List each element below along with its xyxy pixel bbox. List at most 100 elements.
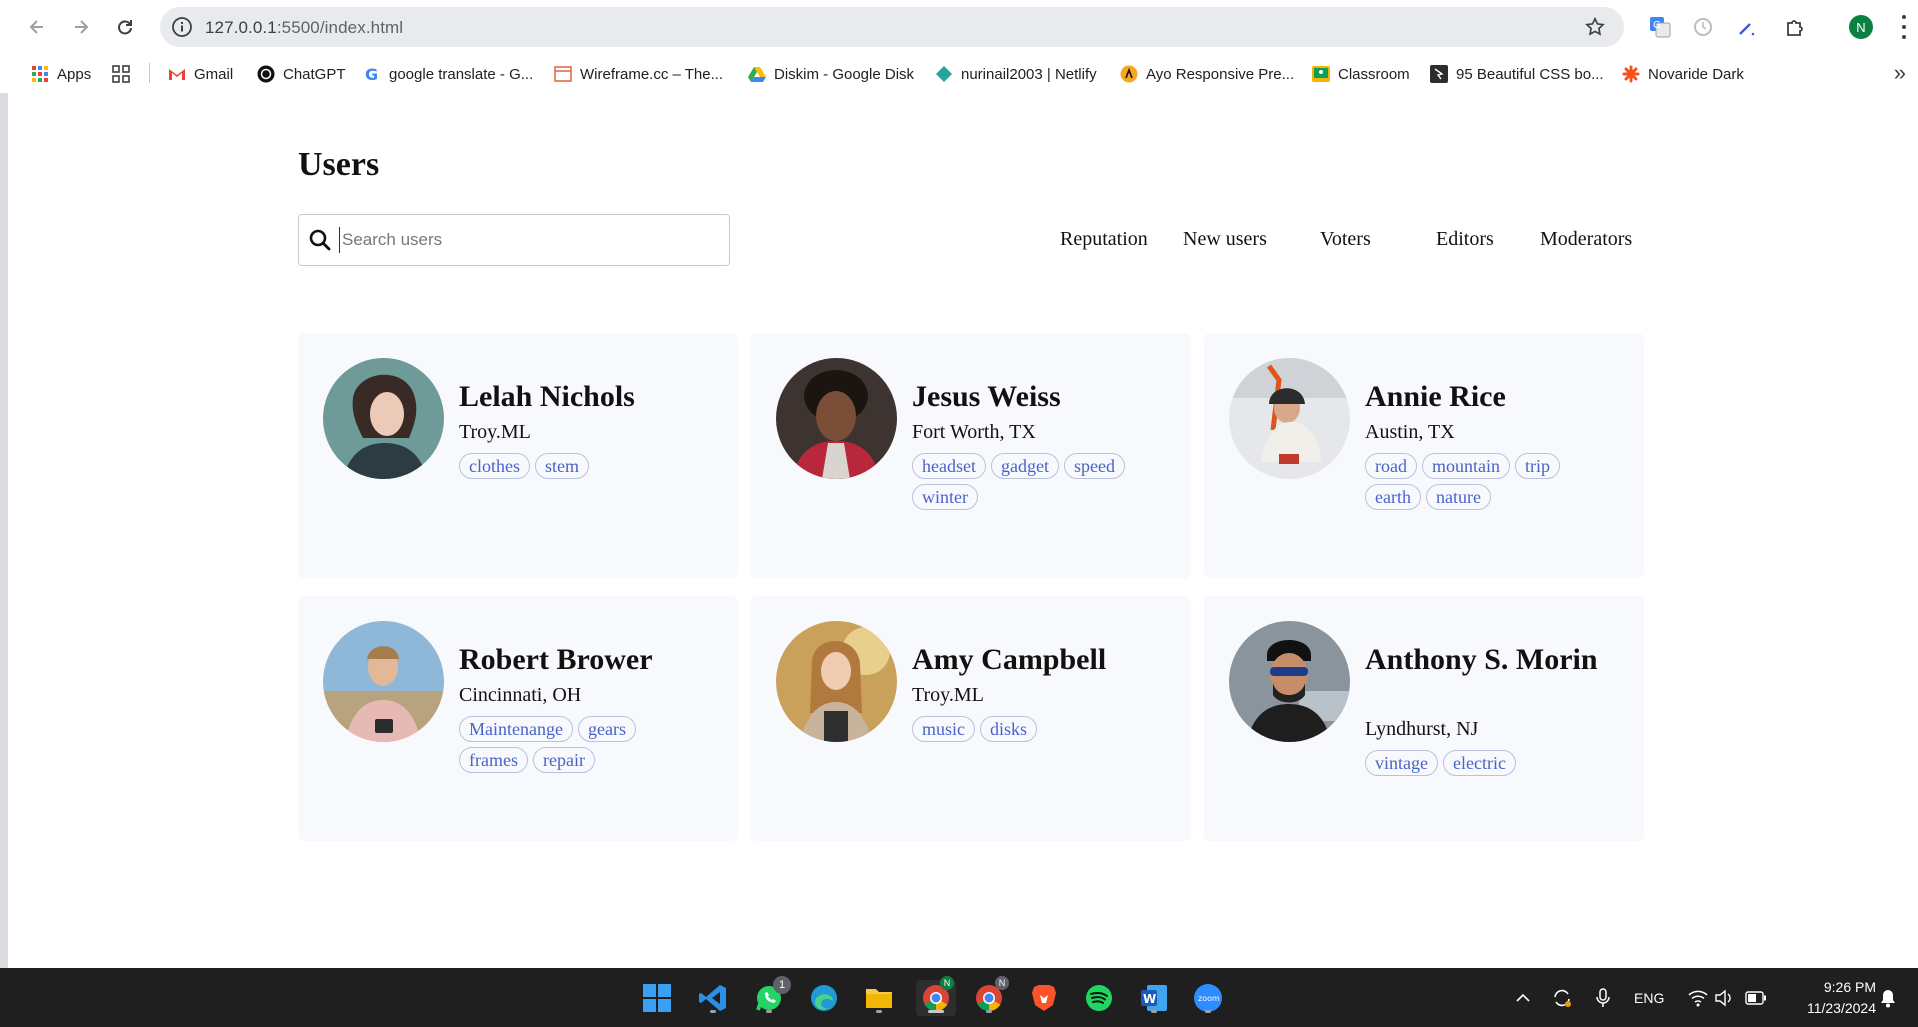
wifi-icon[interactable] [1688, 968, 1708, 1027]
apps-grid-icon [31, 65, 49, 83]
user-name[interactable]: Lelah Nichols [459, 380, 709, 414]
user-card[interactable]: Lelah Nichols Troy.ML clothes stem [298, 333, 738, 578]
bookmark-css-borders[interactable]: 95 Beautiful CSS bo... [1430, 64, 1604, 84]
bookmark-label: Wireframe.cc – The... [580, 65, 724, 83]
tag[interactable]: nature [1425, 484, 1491, 510]
more-bookmarks-chevron-icon[interactable]: » [1894, 62, 1906, 84]
user-name[interactable]: Robert Brower [459, 643, 709, 677]
bookmark-google-translate[interactable]: G google translate - G... [363, 64, 533, 84]
tag[interactable]: gears [577, 716, 636, 742]
tag[interactable]: repair [532, 747, 595, 773]
tab-voters[interactable]: Voters [1320, 228, 1371, 251]
search-box[interactable] [298, 214, 730, 266]
user-card[interactable]: Amy Campbell Troy.ML music disks [751, 596, 1191, 841]
user-card[interactable]: Robert Brower Cincinnati, OH Maintenange… [298, 596, 738, 841]
edge-icon[interactable] [806, 980, 842, 1016]
tag[interactable]: Maintenange [459, 716, 573, 742]
zoom-icon[interactable]: zoom [1190, 980, 1226, 1016]
sync-icon[interactable] [1551, 968, 1573, 1027]
tag[interactable]: gadget [990, 453, 1059, 479]
search-icon [309, 229, 331, 251]
user-name[interactable]: Anthony S. Morin [1365, 643, 1615, 677]
tag[interactable]: music [912, 716, 975, 742]
volume-icon[interactable] [1714, 968, 1734, 1027]
tag[interactable]: speed [1063, 453, 1125, 479]
address-bar[interactable]: 127.0.0.1:5500/index.html [160, 7, 1624, 47]
brave-icon[interactable] [1026, 980, 1062, 1016]
bookmark-wireframe[interactable]: Wireframe.cc – The... [554, 64, 723, 84]
tag[interactable]: headset [912, 453, 986, 479]
tag[interactable]: trip [1514, 453, 1560, 479]
windows-start-icon[interactable] [639, 980, 675, 1016]
whatsapp-icon[interactable]: 1 [751, 976, 791, 1016]
tag[interactable]: vintage [1365, 750, 1438, 776]
user-card[interactable]: Anthony S. Morin Lyndhurst, NJ vintage e… [1204, 596, 1644, 841]
avatar[interactable] [776, 621, 897, 742]
tab-moderators[interactable]: Moderators [1540, 228, 1632, 251]
forward-button[interactable] [66, 12, 96, 42]
tag[interactable]: earth [1365, 484, 1421, 510]
user-location: Lyndhurst, NJ [1365, 718, 1479, 740]
file-explorer-icon[interactable] [861, 980, 897, 1016]
chrome-profile-badge: N [940, 976, 954, 990]
chrome-icon[interactable]: N [916, 976, 956, 1016]
bookmark-novaride[interactable]: Novaride Dark [1622, 64, 1744, 84]
tab-reputation[interactable]: Reputation [1060, 228, 1148, 251]
avatar[interactable] [1229, 358, 1350, 479]
window-edge [0, 0, 8, 968]
user-name[interactable]: Jesus Weiss [912, 380, 1162, 414]
tag[interactable]: electric [1442, 750, 1516, 776]
word-icon[interactable]: W [1136, 980, 1172, 1016]
notifications-bell-icon[interactable] [1879, 968, 1897, 1027]
svg-text:G: G [1653, 20, 1661, 31]
search-input[interactable] [339, 227, 719, 253]
tag[interactable]: mountain [1421, 453, 1510, 479]
bookmark-star-icon[interactable] [1584, 16, 1606, 38]
user-name[interactable]: Annie Rice [1365, 380, 1615, 414]
extension-pen-icon[interactable] [1734, 14, 1760, 40]
tag[interactable]: stem [535, 453, 589, 479]
system-clock[interactable]: 9:26 PM 11/23/2024 [1786, 977, 1876, 1019]
bookmark-classroom[interactable]: Classroom [1312, 64, 1410, 84]
site-info-icon[interactable] [170, 15, 194, 39]
tab-new-users[interactable]: New users [1183, 228, 1267, 251]
tag[interactable]: road [1365, 453, 1417, 479]
language-indicator[interactable]: ENG [1634, 968, 1664, 1027]
profile-avatar[interactable]: N [1849, 15, 1873, 39]
running-indicator [766, 1010, 772, 1013]
show-hidden-icons-chevron-icon[interactable] [1515, 968, 1531, 1027]
tag[interactable]: frames [459, 747, 528, 773]
bookmark-ayo[interactable]: Ayo Responsive Pre... [1120, 64, 1294, 84]
back-button[interactable] [22, 12, 52, 42]
bookmark-google-drive[interactable]: Diskim - Google Disk [748, 64, 914, 84]
extension-timer-icon[interactable] [1690, 14, 1716, 40]
page-title: Users [298, 146, 380, 183]
running-indicator [710, 1010, 716, 1013]
avatar[interactable] [323, 621, 444, 742]
microphone-icon[interactable] [1595, 968, 1611, 1027]
spotify-icon[interactable] [1081, 980, 1117, 1016]
tab-editors[interactable]: Editors [1436, 228, 1494, 251]
tag[interactable]: disks [980, 716, 1038, 742]
user-name[interactable]: Amy Campbell [912, 643, 1162, 677]
extensions-puzzle-icon[interactable] [1782, 14, 1808, 40]
tag[interactable]: winter [912, 484, 978, 510]
google-translate-extension-icon[interactable]: G [1647, 14, 1673, 40]
bookmark-gmail[interactable]: Gmail [168, 64, 233, 84]
bookmark-chatgpt[interactable]: ChatGPT [257, 64, 346, 84]
browser-menu-icon[interactable] [1899, 15, 1909, 39]
tag[interactable]: clothes [459, 453, 530, 479]
user-card[interactable]: Jesus Weiss Fort Worth, TX headset gadge… [751, 333, 1191, 578]
bookmark-label: Apps [57, 65, 92, 83]
avatar[interactable] [776, 358, 897, 479]
user-card[interactable]: Annie Rice Austin, TX road mountain trip… [1204, 333, 1644, 578]
bookmark-tab-groups[interactable] [112, 64, 138, 84]
bookmark-apps[interactable]: Apps [31, 64, 91, 84]
avatar[interactable] [323, 358, 444, 479]
avatar[interactable] [1229, 621, 1350, 742]
bookmark-netlify[interactable]: nurinail2003 | Netlify [935, 64, 1097, 84]
reload-button[interactable] [110, 12, 140, 42]
chrome-icon[interactable]: N [971, 976, 1009, 1016]
vscode-icon[interactable] [695, 980, 731, 1016]
battery-icon[interactable] [1745, 968, 1767, 1027]
